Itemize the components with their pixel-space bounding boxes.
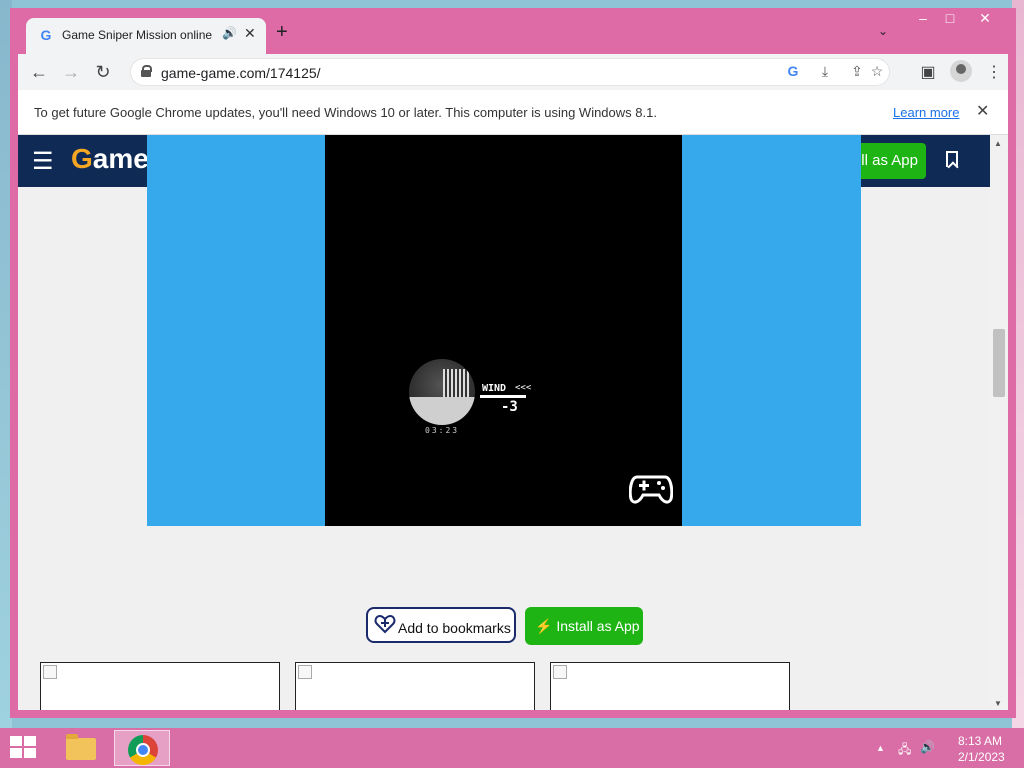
- scroll-down-arrow-icon[interactable]: ▼: [994, 699, 1002, 708]
- speaker-icon[interactable]: 🔊: [222, 26, 237, 40]
- google-lens-icon[interactable]: G: [783, 63, 803, 79]
- learn-more-link[interactable]: Learn more: [893, 105, 959, 120]
- add-to-bookmarks-button[interactable]: Add to bookmarks: [366, 607, 516, 643]
- network-icon[interactable]: 🖧: [898, 740, 911, 761]
- address-bar[interactable]: game-game.com/174125/ G ⤓ ⇪ ☆: [130, 58, 890, 86]
- chrome-window: G Game Sniper Mission online. 🔊 ✕ + ⌄ – …: [10, 8, 1016, 718]
- volume-icon[interactable]: 🔊: [920, 740, 935, 754]
- install-as-app-button[interactable]: ⚡ Install as App: [525, 607, 643, 645]
- url-text[interactable]: game-game.com/174125/: [161, 65, 321, 81]
- windows-taskbar: ▲ 🖧 🔊 8:13 AM 2/1/2023: [0, 728, 1024, 768]
- install-app-icon[interactable]: ⤓: [815, 63, 835, 80]
- chrome-icon: [128, 735, 158, 765]
- wind-value: -3: [501, 399, 518, 415]
- share-icon[interactable]: ⇪: [847, 63, 867, 80]
- game-canvas[interactable]: 03:23 WIND <<< -3: [325, 135, 682, 526]
- back-button[interactable]: ←: [28, 61, 50, 83]
- close-window-button[interactable]: ✕: [970, 10, 1000, 27]
- tab-search-button[interactable]: ⌄: [878, 24, 888, 38]
- heart-plus-icon: [374, 614, 396, 634]
- scroll-thumb[interactable]: [993, 329, 1005, 397]
- taskbar-chrome[interactable]: [114, 730, 170, 766]
- logo-letter-g: G: [71, 143, 93, 174]
- game-thumbnail[interactable]: [295, 662, 535, 710]
- page-content: ☰ Game ll as App 03:23 WIND <<< -3 Add t…: [18, 135, 990, 710]
- game-frame[interactable]: 03:23 WIND <<< -3: [147, 135, 861, 526]
- header-bookmark-icon[interactable]: [946, 151, 958, 167]
- game-thumbnail[interactable]: [550, 662, 790, 710]
- broken-image-icon: [43, 665, 57, 679]
- browser-toolbar: ← → ↻ game-game.com/174125/ G ⤓ ⇪ ☆ ▣ ⋮: [18, 54, 1008, 90]
- title-bar[interactable]: G Game Sniper Mission online. 🔊 ✕ + ⌄ – …: [10, 8, 1016, 54]
- game-timer: 03:23: [425, 426, 460, 435]
- clock-date[interactable]: 2/1/2023: [958, 750, 1005, 764]
- folder-icon: [66, 734, 96, 760]
- update-infobar: To get future Google Chrome updates, you…: [18, 90, 1008, 135]
- broken-image-icon: [553, 665, 567, 679]
- wind-label: WIND: [482, 383, 507, 394]
- add-to-bookmarks-label: Add to bookmarks: [398, 620, 511, 636]
- minimize-button[interactable]: –: [908, 10, 938, 26]
- broken-image-icon: [298, 665, 312, 679]
- maximize-button[interactable]: □: [935, 10, 965, 26]
- new-tab-button[interactable]: +: [276, 22, 288, 42]
- install-as-app-label: ⚡ Install as App: [535, 618, 640, 634]
- profile-avatar[interactable]: [950, 60, 972, 82]
- sniper-scope: [409, 359, 475, 425]
- lock-icon[interactable]: [141, 65, 152, 77]
- hamburger-menu-icon[interactable]: ☰: [32, 147, 54, 176]
- page-scrollbar[interactable]: ▲ ▼: [990, 135, 1008, 710]
- bookmark-star-icon[interactable]: ☆: [867, 63, 887, 80]
- scope-building: [443, 369, 469, 397]
- site-logo[interactable]: Game: [71, 143, 149, 175]
- gamepad-icon[interactable]: [629, 471, 673, 505]
- google-g-icon: G: [40, 27, 52, 43]
- taskbar-file-explorer[interactable]: [52, 730, 108, 766]
- menu-kebab-icon[interactable]: ⋮: [984, 62, 1004, 82]
- windows-start-icon[interactable]: [10, 736, 38, 760]
- wind-bar: [480, 395, 526, 398]
- infobar-message: To get future Google Chrome updates, you…: [34, 105, 657, 120]
- forward-button[interactable]: →: [60, 61, 82, 83]
- game-thumbnail[interactable]: [40, 662, 280, 710]
- tab-close-icon[interactable]: ✕: [244, 25, 256, 42]
- logo-text: ame: [92, 143, 149, 174]
- wind-direction-arrows: <<<: [515, 383, 532, 393]
- infobar-close-icon[interactable]: ✕: [976, 101, 989, 121]
- show-hidden-icons-icon[interactable]: ▲: [876, 743, 885, 753]
- scroll-up-arrow-icon[interactable]: ▲: [994, 139, 1002, 148]
- browser-tab[interactable]: G Game Sniper Mission online. 🔊 ✕: [26, 18, 266, 54]
- reload-button[interactable]: ↻: [92, 61, 114, 83]
- tab-title: Game Sniper Mission online.: [62, 28, 212, 42]
- clock-time[interactable]: 8:13 AM: [958, 734, 1002, 748]
- side-panel-icon[interactable]: ▣: [918, 62, 938, 82]
- scope-ground: [409, 397, 475, 425]
